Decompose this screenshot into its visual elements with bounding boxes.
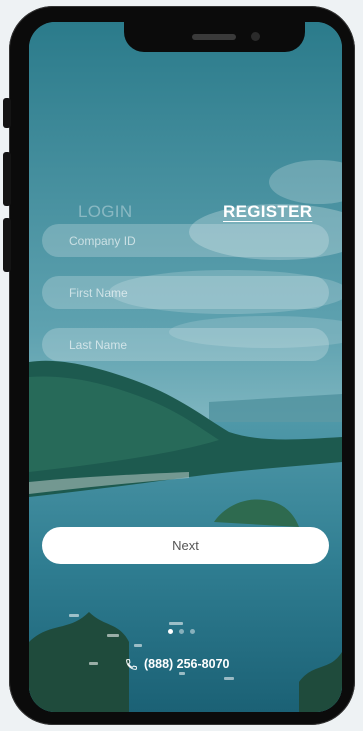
- first-name-field[interactable]: [42, 276, 329, 309]
- app-screen: LOGIN REGISTER Next (888) 256-8070: [29, 22, 342, 712]
- speaker-grille: [192, 34, 236, 40]
- company-id-field[interactable]: [42, 224, 329, 257]
- volume-up-button: [3, 152, 11, 206]
- next-button[interactable]: Next: [42, 527, 329, 564]
- front-camera: [251, 32, 260, 41]
- mute-switch: [3, 98, 11, 128]
- contact-phone-link[interactable]: (888) 256-8070: [125, 656, 229, 672]
- auth-tabs: LOGIN REGISTER: [29, 202, 342, 226]
- volume-down-button: [3, 218, 11, 272]
- lake-background-image: [29, 22, 342, 712]
- tab-register[interactable]: REGISTER: [223, 202, 312, 222]
- page-indicator: [168, 629, 208, 635]
- tab-login[interactable]: LOGIN: [78, 202, 132, 222]
- page-dot-1[interactable]: [168, 629, 173, 634]
- phone-icon: [126, 658, 137, 670]
- last-name-field[interactable]: [42, 328, 329, 361]
- contact-phone-number: (888) 256-8070: [144, 657, 230, 671]
- page-dot-2[interactable]: [179, 629, 184, 634]
- page-dot-3[interactable]: [190, 629, 195, 634]
